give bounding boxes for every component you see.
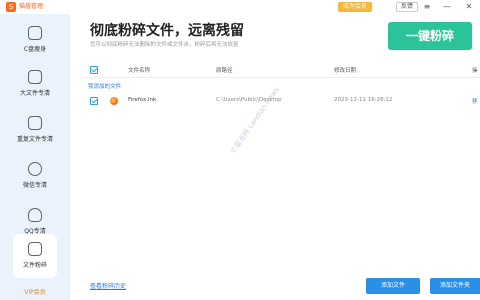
sidebar-item-label: 大文件专清	[19, 90, 50, 97]
sidebar-item-label: 微信专清	[22, 182, 47, 189]
group-label: 我添加的文件	[88, 84, 122, 90]
title-bar: S 猫盾管理 成为会员 反馈 ≡ — ✕	[0, 0, 480, 14]
file-date: 2023-12-11 16:28:12	[334, 97, 393, 103]
menu-icon[interactable]: ≡	[420, 0, 434, 14]
sidebar: C盘瘦身 大文件专清 重复文件专清 微信专清 QQ专清 文件粉碎 VIP会员	[0, 14, 70, 300]
wechat-icon	[28, 162, 42, 176]
sidebar-item-wechat[interactable]: 微信专清	[13, 154, 57, 198]
sidebar-item-duplicate[interactable]: 重复文件专清	[13, 108, 57, 152]
page-subtitle: 您可以彻底粉碎无法删除的文件或文件夹，粉碎后将无法恢复	[90, 42, 239, 48]
add-folder-button[interactable]: 添加文件夹	[430, 278, 480, 294]
duplicate-file-icon	[28, 116, 42, 130]
app-logo-icon: S	[6, 2, 16, 12]
shred-button[interactable]: 一键粉碎	[388, 22, 472, 50]
select-all-checkbox[interactable]	[90, 66, 98, 74]
feedback-button[interactable]: 反馈	[396, 2, 419, 12]
sidebar-item-label: C盘瘦身	[23, 46, 47, 53]
minimize-button[interactable]: —	[440, 0, 454, 14]
sidebar-item-c-drive[interactable]: C盘瘦身	[13, 18, 57, 62]
remove-link[interactable]: 移	[472, 97, 478, 105]
become-vip-button[interactable]: 成为会员	[338, 2, 373, 12]
column-header-date: 修改日期	[334, 68, 357, 74]
column-header-path: 原路径	[216, 68, 233, 74]
firefox-icon	[110, 97, 118, 105]
table-row[interactable]: Firefox.lnk C:\Users\Public\Desktop 2023…	[82, 92, 480, 110]
sidebar-item-large-file[interactable]: 大文件专清	[13, 62, 57, 106]
file-name: Firefox.lnk	[128, 97, 157, 103]
shred-history-link[interactable]: 查看粉碎历史	[90, 281, 126, 290]
sidebar-item-label: 重复文件专清	[16, 136, 53, 143]
column-header-name: 文件名称	[128, 68, 151, 74]
qq-icon	[28, 208, 42, 222]
row-checkbox[interactable]	[90, 97, 98, 105]
sidebar-item-shredder[interactable]: 文件粉碎	[13, 234, 57, 278]
shredder-icon	[28, 242, 42, 256]
large-file-icon	[28, 70, 42, 84]
sidebar-item-label: 文件粉碎	[22, 262, 47, 269]
add-file-button[interactable]: 添加文件	[366, 278, 420, 294]
app-title: 猫盾管理	[19, 3, 44, 10]
page-title: 彻底粉碎文件，远离残留	[90, 23, 244, 39]
vip-strip[interactable]: VIP会员	[0, 286, 70, 300]
c-drive-icon	[28, 26, 42, 40]
close-button[interactable]: ✕	[462, 0, 476, 14]
column-header-op: 操	[472, 68, 478, 74]
